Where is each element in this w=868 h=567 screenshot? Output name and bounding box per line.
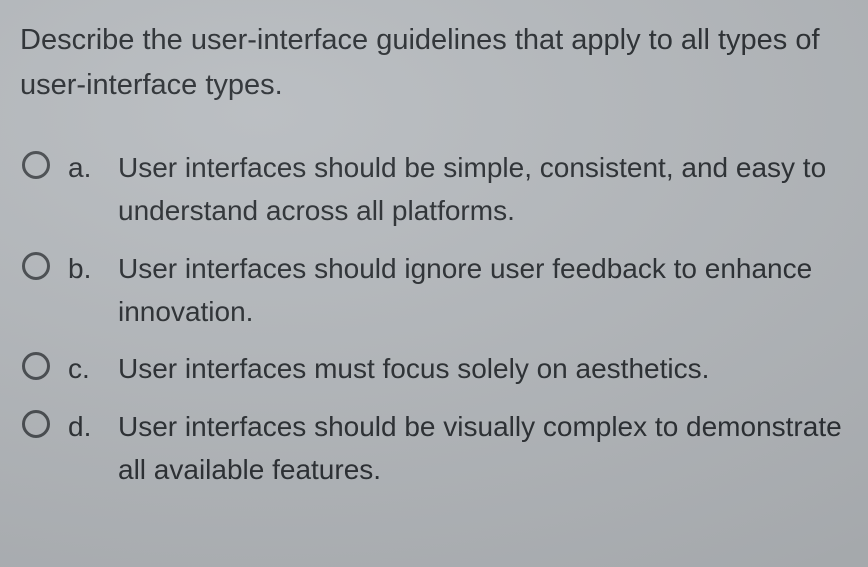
option-letter: d. <box>68 405 100 448</box>
option-letter: b. <box>68 247 100 290</box>
option-letter: c. <box>68 347 100 390</box>
radio-icon[interactable] <box>22 352 50 380</box>
option-a[interactable]: a. User interfaces should be simple, con… <box>22 146 860 233</box>
options-list: a. User interfaces should be simple, con… <box>20 146 860 492</box>
radio-icon[interactable] <box>22 410 50 438</box>
option-text: User interfaces should ignore user feedb… <box>118 247 860 334</box>
option-c[interactable]: c. User interfaces must focus solely on … <box>22 347 860 390</box>
radio-icon[interactable] <box>22 151 50 179</box>
option-text: User interfaces should be simple, consis… <box>118 146 860 233</box>
option-b[interactable]: b. User interfaces should ignore user fe… <box>22 247 860 334</box>
option-d[interactable]: d. User interfaces should be visually co… <box>22 405 860 492</box>
option-letter: a. <box>68 146 100 189</box>
radio-icon[interactable] <box>22 252 50 280</box>
option-text: User interfaces should be visually compl… <box>118 405 860 492</box>
option-text: User interfaces must focus solely on aes… <box>118 347 709 390</box>
question-text: Describe the user-interface guidelines t… <box>20 18 860 108</box>
